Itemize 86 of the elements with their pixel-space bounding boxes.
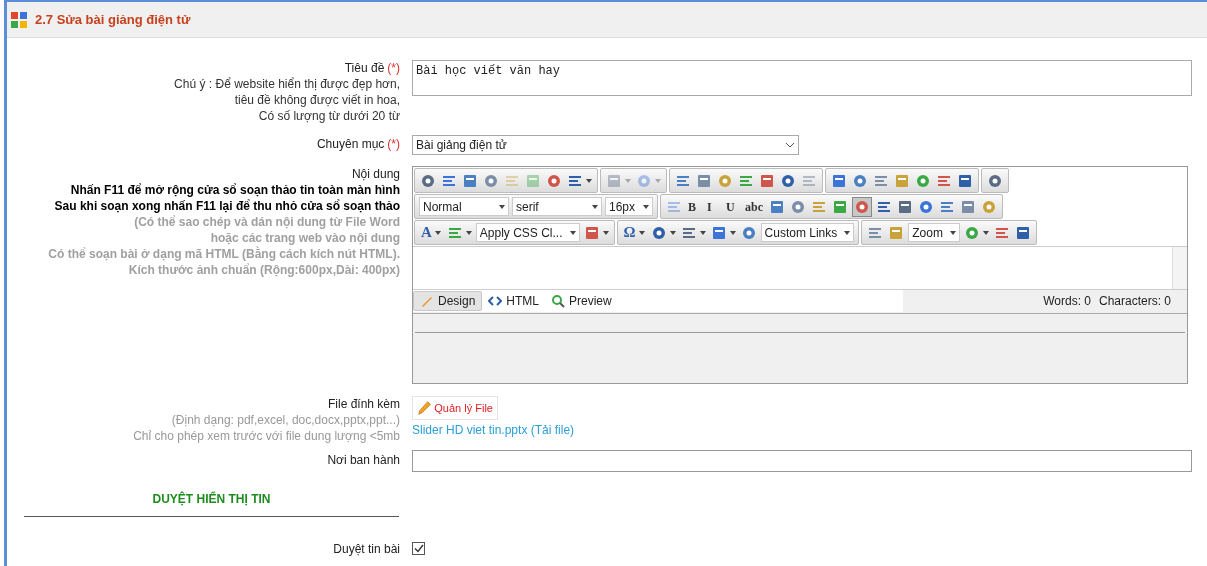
editor-tab[interactable]: Design bbox=[413, 291, 483, 311]
format-button[interactable]: B bbox=[686, 196, 702, 217]
code-icon bbox=[488, 294, 503, 308]
toolbar-icon bbox=[583, 224, 600, 241]
caret-icon bbox=[569, 230, 576, 235]
file-manager-button[interactable]: Quản lý File bbox=[412, 396, 498, 420]
help-text: (Có thể sao chép và dán nội dung từ File Word bbox=[134, 214, 400, 230]
caret-icon bbox=[643, 204, 649, 209]
help-text: (Định dạng: pdf,excel, doc,docx,pptx,ppt...) bbox=[171, 412, 400, 428]
help-text: hoặc các trang web vào nội dung bbox=[210, 230, 400, 246]
toolbar-icon bbox=[915, 172, 931, 189]
caret-icon bbox=[499, 204, 505, 209]
magnifier-icon bbox=[551, 294, 566, 308]
pencil-icon bbox=[420, 294, 434, 308]
word-count: Words: 0 bbox=[1043, 293, 1091, 310]
caret-icon bbox=[844, 230, 851, 235]
toolbar-icon bbox=[546, 172, 562, 189]
field-label: Chuyên mục (*) bbox=[316, 136, 400, 152]
format-button[interactable]: A bbox=[419, 222, 443, 243]
toolbar-icon bbox=[831, 172, 847, 189]
field-label: File đính kèm bbox=[327, 396, 400, 412]
help-text: Sau khi soạn xong nhấn F11 lại để thu nhỏ cửa sổ soạn thảo bbox=[54, 198, 400, 214]
toolbar-icon bbox=[1014, 224, 1031, 241]
help-text: Nhấn F11 để mở rộng cửa sổ soạn thảo tin toàn màn hình bbox=[70, 182, 400, 198]
help-text: tiêu đề không được viết in hoa, bbox=[234, 92, 400, 108]
help-text: Có số lượng từ dưới 20 từ bbox=[258, 108, 400, 124]
toolbar-icon bbox=[918, 198, 934, 215]
character-count: Characters: 0 bbox=[1098, 293, 1171, 310]
toolbar-icon bbox=[960, 198, 976, 215]
toolbar-icon bbox=[957, 172, 973, 189]
help-text: Chỉ cho phép xem trước với file dung lượng <5mb bbox=[133, 428, 400, 444]
approve-checkbox[interactable] bbox=[412, 542, 425, 555]
caret-icon bbox=[949, 230, 956, 235]
editor-tab[interactable]: HTML bbox=[482, 291, 546, 311]
toolbar-icon bbox=[897, 198, 913, 215]
toolbar-icon bbox=[759, 172, 775, 189]
toolbar-dropdown[interactable]: Zoom bbox=[908, 223, 960, 242]
toolbar-icon bbox=[987, 172, 1003, 189]
toolbar-icon bbox=[710, 224, 727, 241]
toolbar-icon bbox=[717, 172, 733, 189]
field-label: Nơi ban hành bbox=[327, 452, 400, 468]
toolbar-icon bbox=[636, 172, 652, 189]
field-label: Tiêu đề (*) bbox=[344, 60, 400, 76]
help-text: Có thể soạn bài ở dạng mã HTML (Bằng cách kích nút HTML). bbox=[48, 246, 400, 262]
toolbar-dropdown[interactable]: Apply CSS Cl... bbox=[475, 223, 580, 242]
toolbar-icon bbox=[894, 172, 910, 189]
toolbar-icon bbox=[606, 172, 622, 189]
toolbar-icon bbox=[650, 224, 667, 241]
caret-icon bbox=[592, 204, 598, 209]
format-button[interactable]: Ω bbox=[621, 222, 647, 243]
help-text: Chú ý : Để website hiển thị được đẹp hơn, bbox=[174, 76, 400, 92]
toolbar-dropdown[interactable]: Custom Links bbox=[760, 223, 855, 242]
editor-tab[interactable]: Preview bbox=[545, 291, 618, 311]
app-grid-icon bbox=[11, 11, 27, 28]
field-label: Duyệt tin bài bbox=[333, 541, 400, 557]
field-label: Nội dung bbox=[351, 166, 400, 182]
toolbar-button[interactable] bbox=[852, 196, 872, 217]
toolbar-icon bbox=[780, 172, 796, 189]
toolbar-dropdown[interactable]: 16px bbox=[605, 197, 653, 216]
toolbar-icon bbox=[854, 198, 870, 215]
toolbar-icon bbox=[483, 172, 499, 189]
toolbar-icon bbox=[769, 198, 785, 215]
toolbar-dropdown[interactable]: serif bbox=[512, 197, 602, 216]
help-text: Kích thước ảnh chuẩn (Rộng:600px,Dài: 400px) bbox=[128, 262, 400, 278]
toolbar-icon bbox=[525, 172, 541, 189]
title-input[interactable]: Bài học viết văn hay bbox=[412, 60, 1192, 96]
toolbar-dropdown[interactable]: Normal bbox=[419, 197, 509, 216]
toolbar-icon bbox=[790, 198, 806, 215]
toolbar-icon bbox=[420, 172, 436, 189]
page-title: 2.7 Sửa bài giảng điện tử bbox=[35, 10, 191, 29]
pencil-icon bbox=[417, 399, 432, 417]
toolbar-icon bbox=[696, 172, 712, 189]
toolbar-icon bbox=[888, 224, 905, 241]
issuer-input[interactable] bbox=[412, 450, 1192, 472]
format-button[interactable]: abc bbox=[743, 196, 765, 217]
category-dropdown[interactable]: Bài giảng điện tử bbox=[412, 135, 799, 155]
toolbar-icon bbox=[981, 198, 997, 215]
format-button[interactable]: U bbox=[724, 196, 740, 217]
toolbar-icon bbox=[852, 172, 868, 189]
section-heading: DUYỆT HIỂN THỊ TIN bbox=[152, 490, 271, 508]
toolbar-icon bbox=[832, 198, 848, 215]
toolbar-icon bbox=[462, 172, 478, 189]
format-button[interactable]: I bbox=[705, 196, 721, 217]
toolbar-icon bbox=[963, 224, 980, 241]
chevron-icon bbox=[785, 142, 795, 148]
toolbar-icon bbox=[740, 224, 757, 241]
